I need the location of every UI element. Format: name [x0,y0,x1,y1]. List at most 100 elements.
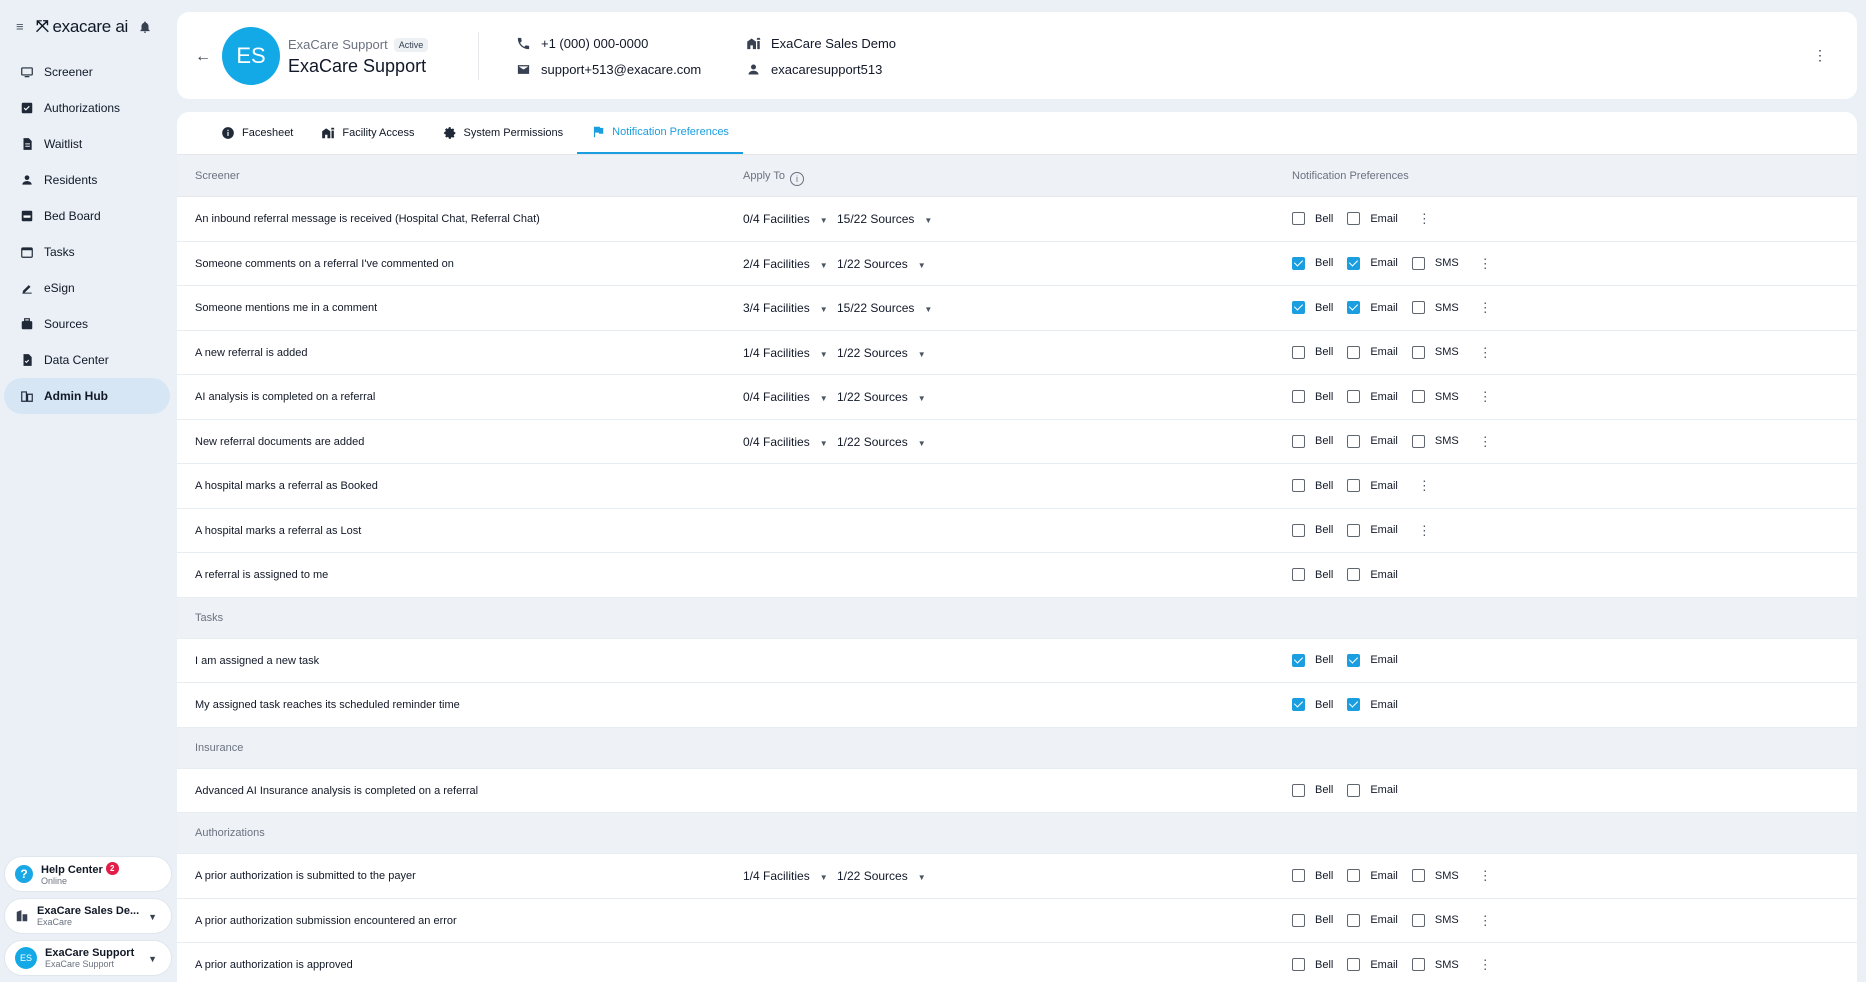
email-option[interactable]: Email [1347,256,1398,270]
sources-dropdown[interactable]: 15/22 Sources ▼ [837,197,932,243]
bell-checkbox[interactable] [1292,568,1305,581]
bell-option[interactable]: Bell [1292,568,1333,581]
more-options-icon[interactable]: ⋮ [1479,914,1492,927]
bell-checkbox[interactable] [1292,345,1305,359]
sidebar-item-waitlist[interactable]: Waitlist [4,126,170,162]
sources-dropdown[interactable]: 1/22 Sources ▼ [837,331,926,377]
sms-checkbox[interactable] [1411,256,1425,270]
sidebar-item-esign[interactable]: eSign [4,270,170,306]
bell-checkbox[interactable] [1292,698,1305,711]
user-switcher[interactable]: ES ExaCare Support ExaCare Support ▼ [4,940,172,976]
email-checkbox[interactable] [1347,256,1361,270]
email-checkbox[interactable] [1347,568,1361,581]
bell-option[interactable]: Bell [1292,783,1333,797]
email-option[interactable]: Email [1347,568,1398,581]
sms-option[interactable]: SMS [1411,913,1459,927]
facilities-dropdown[interactable]: 2/4 Facilities ▼ [743,242,828,288]
info-icon[interactable]: i [790,172,804,186]
more-options-icon[interactable]: ⋮ [1479,435,1492,448]
bell-option[interactable]: Bell [1292,345,1333,359]
sms-option[interactable]: SMS [1411,434,1459,448]
sms-checkbox[interactable] [1411,869,1425,882]
sidebar-item-tasks[interactable]: Tasks [4,234,170,270]
bell-option[interactable]: Bell [1292,869,1333,882]
sms-checkbox[interactable] [1411,301,1425,314]
email-checkbox[interactable] [1347,434,1361,448]
sidebar-item-admin-hub[interactable]: Admin Hub [4,378,170,414]
sms-checkbox[interactable] [1411,345,1425,359]
email-checkbox[interactable] [1347,869,1361,882]
facilities-dropdown[interactable]: 3/4 Facilities ▼ [743,286,828,332]
sms-checkbox[interactable] [1411,913,1425,927]
bell-checkbox[interactable] [1292,523,1305,537]
bell-option[interactable]: Bell [1292,212,1333,225]
bell-icon[interactable] [138,20,152,34]
email-checkbox[interactable] [1347,783,1361,797]
bell-checkbox[interactable] [1292,783,1305,797]
more-options-icon[interactable]: ⋮ [1418,524,1431,537]
sidebar-item-data-center[interactable]: Data Center [4,342,170,378]
more-options-icon[interactable]: ⋮ [1479,301,1492,314]
more-options-icon[interactable]: ⋮ [1418,212,1431,225]
sms-checkbox[interactable] [1411,958,1425,971]
email-checkbox[interactable] [1347,479,1361,492]
email-checkbox[interactable] [1347,345,1361,359]
email-checkbox[interactable] [1347,653,1361,667]
org-switcher[interactable]: ExaCare Sales De... ExaCare ▼ [4,898,172,934]
bell-checkbox[interactable] [1292,301,1305,314]
bell-option[interactable]: Bell [1292,913,1333,927]
bell-checkbox[interactable] [1292,653,1305,667]
email-option[interactable]: Email [1347,869,1398,882]
facilities-dropdown[interactable]: 0/4 Facilities ▼ [743,420,828,466]
email-option[interactable]: Email [1347,345,1398,359]
collapse-menu-icon[interactable]: ≡ [16,20,30,34]
bell-option[interactable]: Bell [1292,698,1333,711]
bell-option[interactable]: Bell [1292,523,1333,537]
email-checkbox[interactable] [1347,698,1361,711]
email-option[interactable]: Email [1347,523,1398,537]
help-center-button[interactable]: ? Help Center 2 Online [4,856,172,892]
more-options-icon[interactable]: ⋮ [1813,48,1827,62]
more-options-icon[interactable]: ⋮ [1418,479,1431,492]
bell-option[interactable]: Bell [1292,479,1333,492]
bell-checkbox[interactable] [1292,913,1305,927]
bell-option[interactable]: Bell [1292,390,1333,403]
email-checkbox[interactable] [1347,390,1361,403]
email-option[interactable]: Email [1347,479,1398,492]
bell-checkbox[interactable] [1292,212,1305,225]
bell-option[interactable]: Bell [1292,256,1333,270]
more-options-icon[interactable]: ⋮ [1479,257,1492,270]
bell-option[interactable]: Bell [1292,434,1333,448]
tab-facility-access[interactable]: Facility Access [307,112,428,154]
more-options-icon[interactable]: ⋮ [1479,869,1492,882]
email-option[interactable]: Email [1347,958,1398,971]
email-option[interactable]: Email [1347,913,1398,927]
sources-dropdown[interactable]: 1/22 Sources ▼ [837,242,926,288]
sidebar-item-sources[interactable]: Sources [4,306,170,342]
more-options-icon[interactable]: ⋮ [1479,390,1492,403]
sources-dropdown[interactable]: 15/22 Sources ▼ [837,286,932,332]
sources-dropdown[interactable]: 1/22 Sources ▼ [837,854,926,900]
more-options-icon[interactable]: ⋮ [1479,958,1492,971]
sms-checkbox[interactable] [1411,390,1425,403]
sms-option[interactable]: SMS [1411,958,1459,971]
sms-checkbox[interactable] [1411,434,1425,448]
facilities-dropdown[interactable]: 1/4 Facilities ▼ [743,331,828,377]
sidebar-item-bed-board[interactable]: Bed Board [4,198,170,234]
bell-option[interactable]: Bell [1292,653,1333,667]
sources-dropdown[interactable]: 1/22 Sources ▼ [837,375,926,421]
sidebar-item-screener[interactable]: Screener [4,54,170,90]
email-checkbox[interactable] [1347,523,1361,537]
email-option[interactable]: Email [1347,212,1398,225]
logo[interactable]: ⤧ exacare ai [36,17,128,37]
sources-dropdown[interactable]: 1/22 Sources ▼ [837,420,926,466]
email-checkbox[interactable] [1347,212,1361,225]
email-checkbox[interactable] [1347,958,1361,971]
sms-option[interactable]: SMS [1411,345,1459,359]
email-option[interactable]: Email [1347,434,1398,448]
email-checkbox[interactable] [1347,301,1361,314]
sms-option[interactable]: SMS [1411,256,1459,270]
bell-checkbox[interactable] [1292,958,1305,971]
tab-notification-preferences[interactable]: Notification Preferences [577,112,743,154]
sidebar-item-residents[interactable]: Residents [4,162,170,198]
